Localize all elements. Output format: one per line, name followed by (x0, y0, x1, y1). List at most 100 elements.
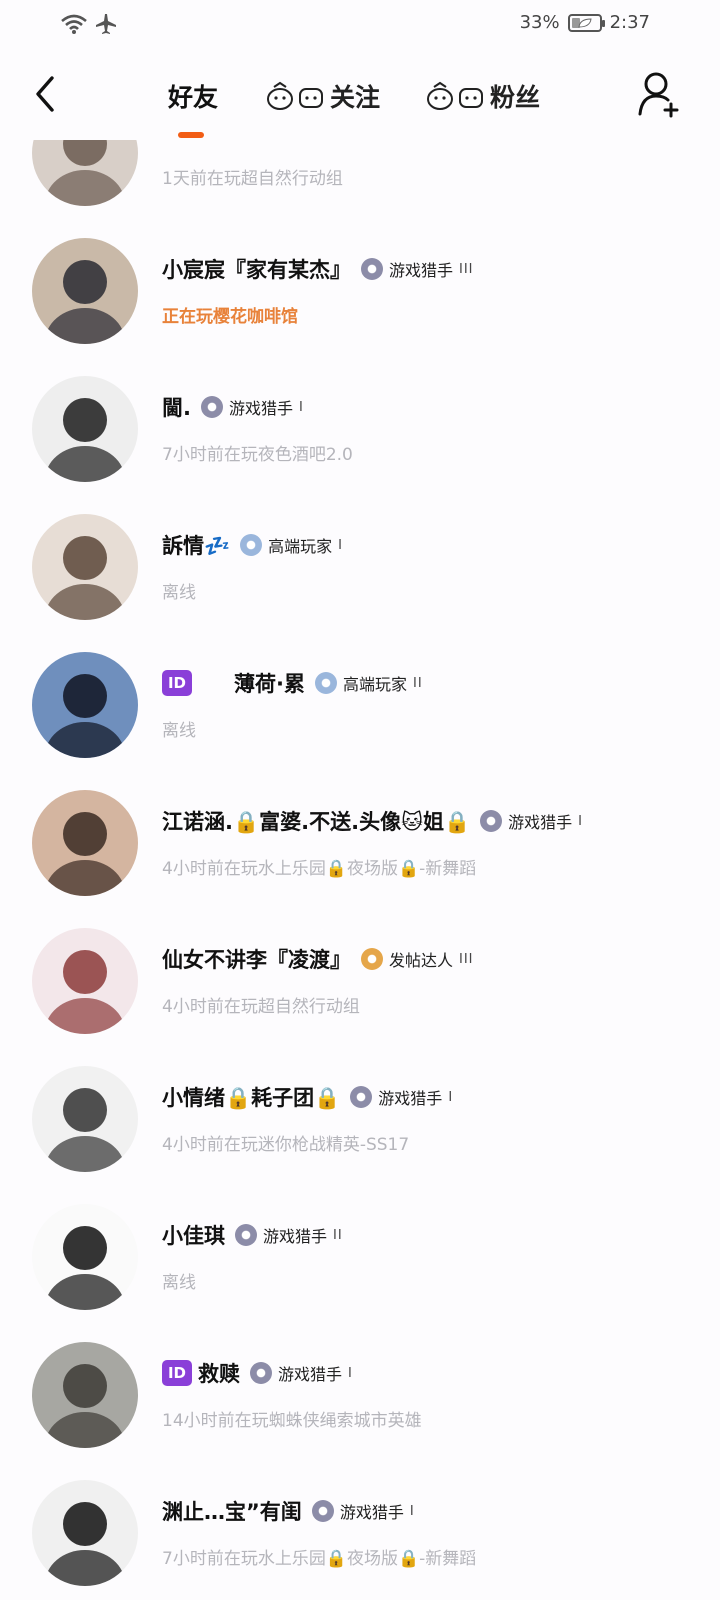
friend-name: 小宸宸『家有某杰』 (162, 254, 351, 284)
avatar[interactable] (32, 1066, 138, 1172)
tab-friends[interactable]: 好友 (168, 78, 218, 114)
medal-icon (361, 258, 383, 280)
friend-name: 閫. (162, 392, 191, 422)
friend-name: 江诺涵.🔒富婆.不送.头像🐱姐🔒 (162, 806, 470, 836)
friend-status: 7小时前在玩夜色酒吧2.0 (162, 445, 353, 465)
emoji-icon (426, 81, 486, 111)
friend-list-item[interactable]: 仙女不讲李『凌渡』 发帖达人 III 4小时前在玩超自然行动组 (0, 912, 720, 1050)
rank-badge: 游戏猎手 II (235, 1223, 343, 1247)
friend-name-text: 仙女不讲李『凌渡』 (162, 948, 351, 972)
status-bar: 33% 2:37 (0, 0, 720, 52)
friend-list-item[interactable]: 江诺涵.🔒富婆.不送.头像🐱姐🔒 游戏猎手 I 4小时前在玩水上乐园🔒夜场版🔒-新舞蹈 (0, 774, 720, 912)
friend-status: 4小时前在玩迷你枪战精英-SS17 (162, 1135, 410, 1155)
friend-list-item[interactable]: ID 薄荷·累 高端玩家 II 离线 (0, 636, 720, 774)
back-button[interactable] (28, 72, 68, 116)
clock: 2:37 (609, 12, 650, 33)
avatar[interactable] (32, 652, 138, 758)
tab-following[interactable]: 关注 (266, 78, 380, 114)
avatar[interactable] (32, 1342, 138, 1448)
airplane-icon (94, 12, 118, 40)
friend-list-item[interactable]: 小佳琪 游戏猎手 II 离线 (0, 1188, 720, 1326)
friend-name-text: 閫. (162, 396, 191, 420)
friend-name-text: 渊止…宝”有闺 (162, 1500, 302, 1524)
rank-badge: 发帖达人 III (361, 947, 474, 971)
friend-status: 离线 (162, 1273, 196, 1293)
avatar[interactable] (32, 514, 138, 620)
friend-name-text: 訴情💤 (162, 534, 231, 558)
name-row: ID 薄荷·累 高端玩家 II (162, 668, 423, 698)
medal-icon (250, 1362, 272, 1384)
rank-title: 发帖达人 (389, 951, 454, 970)
rank-title: 游戏猎手 (378, 1089, 443, 1108)
friend-name-text: 小情绪🔒耗子团🔒 (162, 1086, 341, 1110)
rank-title: 游戏猎手 (228, 399, 293, 418)
active-tab-indicator (178, 132, 204, 138)
name-row: 小情绪🔒耗子团🔒 游戏猎手 I (162, 1082, 453, 1112)
rank-level: II (413, 675, 423, 691)
friend-list-item[interactable]: 訴情💤 高端玩家 I 离线 (0, 498, 720, 636)
name-row: 閫. 游戏猎手 I (162, 392, 304, 422)
rank-badge: 游戏猎手 I (350, 1085, 453, 1109)
friend-status: 4小时前在玩超自然行动组 (162, 997, 360, 1017)
status-right: 33% 2:37 (520, 12, 650, 33)
rank-title: 高端玩家 (342, 675, 407, 694)
rank-level: III (459, 261, 474, 277)
name-row: 仙女不讲李『凌渡』 发帖达人 III (162, 944, 474, 974)
friend-list-item[interactable]: 渊止…宝”有闺 游戏猎手 I 7小时前在玩水上乐园🔒夜场版🔒-新舞蹈 (0, 1464, 720, 1600)
medal-icon (480, 810, 503, 832)
name-row: 小佳琪 游戏猎手 II (162, 1220, 343, 1250)
back-arrow-icon (36, 76, 54, 112)
friend-status: 1天前在玩超自然行动组 (162, 169, 343, 189)
tab-label: 粉丝 (490, 83, 541, 112)
friend-name-text: 薄荷·累 (234, 672, 305, 696)
name-row: 渊止…宝”有闺 游戏猎手 I (162, 1496, 415, 1526)
avatar[interactable] (32, 1480, 138, 1586)
rank-title: 游戏猎手 (278, 1365, 343, 1384)
friend-name-text: 小宸宸『家有某杰』 (162, 258, 351, 282)
rank-badge: 游戏猎手 I (200, 395, 304, 419)
friend-status: 正在玩樱花咖啡馆 (162, 307, 298, 327)
id-badge: ID (162, 1360, 192, 1386)
friends-list: 1天前在玩超自然行动组 小宸宸『家有某杰』 游戏猎手 III 正在玩樱花咖啡馆 閫. 游戏猎… (0, 140, 720, 1600)
friend-name-text: 小佳琪 (162, 1224, 225, 1248)
id-badge: ID (162, 670, 192, 696)
rank-level: I (578, 813, 583, 829)
medal-icon (361, 948, 383, 970)
avatar[interactable] (32, 928, 138, 1034)
medal-icon (314, 672, 337, 694)
avatar[interactable] (32, 1204, 138, 1310)
add-user-icon (638, 72, 679, 118)
rank-level: III (459, 951, 474, 967)
rank-badge: 游戏猎手 I (250, 1361, 353, 1385)
avatar[interactable] (32, 376, 138, 482)
friend-name-text: 救赎 (198, 1362, 240, 1386)
friend-list-item[interactable]: 閫. 游戏猎手 I 7小时前在玩夜色酒吧2.0 (0, 360, 720, 498)
rank-badge: 游戏猎手 I (311, 1499, 415, 1523)
rank-title: 游戏猎手 (389, 261, 454, 280)
friend-list-item[interactable]: 1天前在玩超自然行动组 (0, 140, 720, 222)
friend-list-item[interactable]: 小情绪🔒耗子团🔒 游戏猎手 I 4小时前在玩迷你枪战精英-SS17 (0, 1050, 720, 1188)
rank-level: I (448, 1089, 454, 1105)
avatar[interactable] (32, 238, 138, 344)
rank-badge: 高端玩家 I (240, 533, 343, 557)
medal-icon (350, 1086, 373, 1108)
medal-icon (240, 534, 263, 556)
friend-status: 离线 (162, 721, 196, 741)
avatar[interactable] (32, 790, 138, 896)
tab-fans[interactable]: 粉丝 (426, 78, 540, 114)
friend-status: 7小时前在玩水上乐园🔒夜场版🔒-新舞蹈 (162, 1549, 477, 1569)
name-row: 訴情💤 高端玩家 I (162, 530, 343, 560)
avatar[interactable] (32, 140, 138, 206)
friend-status: 离线 (162, 583, 196, 603)
top-nav: 好友 关注 粉丝 (0, 60, 720, 140)
rank-level: I (348, 1365, 353, 1381)
friend-list-item[interactable]: ID 救赎 游戏猎手 I 14小时前在玩蜘蛛侠绳索城市英雄 (0, 1326, 720, 1464)
emoji-icon (266, 81, 326, 111)
friend-name: ID 救赎 (162, 1358, 240, 1388)
rank-level: I (409, 1503, 415, 1519)
medal-icon (311, 1500, 334, 1522)
battery-icon (567, 13, 605, 32)
friend-list-item[interactable]: 小宸宸『家有某杰』 游戏猎手 III 正在玩樱花咖啡馆 (0, 222, 720, 360)
add-friend-button[interactable] (638, 70, 682, 118)
friend-name-text: 江诺涵.🔒富婆.不送.头像🐱姐🔒 (162, 810, 471, 834)
